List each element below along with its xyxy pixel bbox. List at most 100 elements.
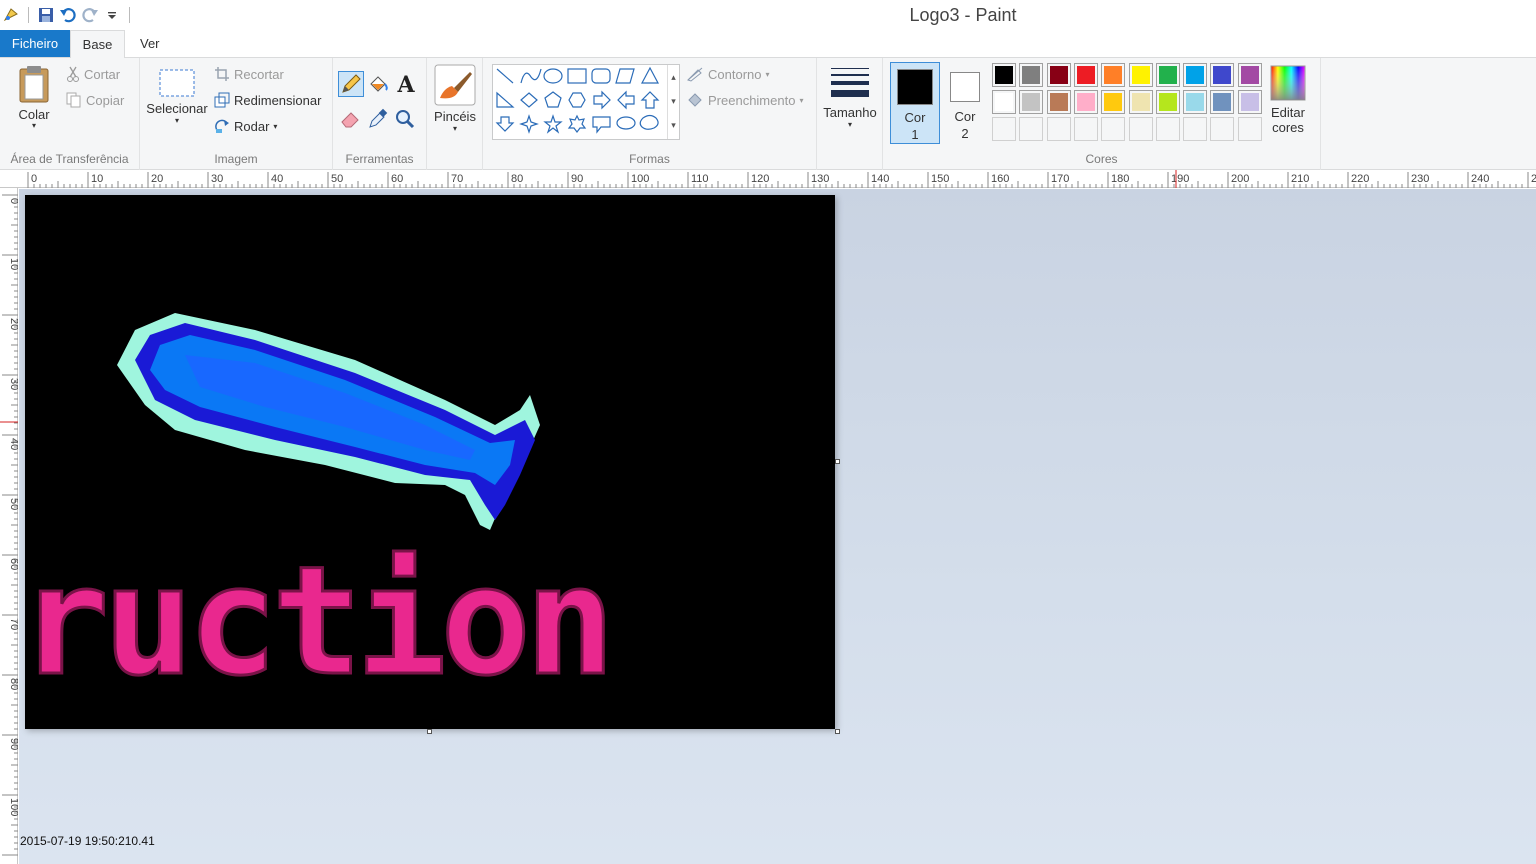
image-group: Selecionar ▾ Recortar Redimensionar Roda… xyxy=(140,58,333,170)
ruler-label: 70 xyxy=(451,173,463,185)
fill-tool[interactable] xyxy=(366,72,392,98)
outline-button[interactable]: Contorno ▾ xyxy=(686,66,770,82)
color1-label: Cor xyxy=(904,110,926,125)
ruler-label: 150 xyxy=(931,173,949,185)
ruler-label: 30 xyxy=(211,173,223,185)
scissors-icon xyxy=(67,66,79,82)
brush-icon xyxy=(434,64,476,106)
color1-button[interactable]: Cor 1 xyxy=(890,62,940,144)
palette-swatch[interactable] xyxy=(1101,90,1126,114)
palette-swatch[interactable] xyxy=(1210,63,1235,87)
eraser-tool[interactable] xyxy=(338,107,364,133)
color-picker-tool[interactable] xyxy=(366,107,392,133)
shapes-scroll[interactable]: ▴ ▾ ▾ xyxy=(667,65,679,139)
select-dropdown-icon[interactable]: ▾ xyxy=(146,116,208,126)
right-triangle-shape-icon xyxy=(496,91,515,108)
canvas-text: ruction xyxy=(25,535,609,709)
color1-swatch xyxy=(897,69,933,105)
palette-empty-swatch[interactable] xyxy=(1237,117,1262,141)
size-button[interactable]: Tamanho ▾ xyxy=(821,66,879,130)
palette-swatch[interactable] xyxy=(1019,63,1044,87)
vertical-ruler: 0 10 20 30 40 50 60 70 80 90 100 xyxy=(0,188,18,864)
palette-swatch-color xyxy=(1049,66,1068,84)
palette-swatch[interactable] xyxy=(1155,63,1180,87)
outline-dropdown-icon[interactable]: ▾ xyxy=(765,70,769,79)
palette-empty-swatch[interactable] xyxy=(1128,117,1153,141)
palette-swatch[interactable] xyxy=(1155,90,1180,114)
palette-swatch[interactable] xyxy=(992,63,1016,87)
copy-icon xyxy=(66,92,81,108)
palette-swatch[interactable] xyxy=(992,90,1016,114)
drawing-canvas[interactable]: ruction xyxy=(25,195,835,729)
ruler-label: 30 xyxy=(8,378,18,390)
rotate-label: Rodar xyxy=(234,118,270,134)
palette-empty-swatch[interactable] xyxy=(1210,117,1235,141)
palette-empty-swatch[interactable] xyxy=(1183,117,1208,141)
ribbon-tabs: Ficheiro Base Ver xyxy=(0,30,1536,59)
shapes-group-label: Formas xyxy=(629,152,670,166)
palette-swatch[interactable] xyxy=(1046,90,1071,114)
resize-handle-corner[interactable] xyxy=(835,729,840,734)
ruler-label: 20 xyxy=(151,173,163,185)
ruler-label: 25 xyxy=(1531,173,1536,185)
select-button[interactable]: Selecionar ▾ xyxy=(146,68,208,126)
rotate-dropdown-icon[interactable]: ▾ xyxy=(273,122,277,131)
palette-empty-swatch[interactable] xyxy=(1046,117,1071,141)
palette-swatch-color xyxy=(1240,66,1259,84)
brushes-dropdown-icon[interactable]: ▾ xyxy=(431,124,479,134)
paste-button[interactable]: Colar ▾ xyxy=(12,64,56,130)
palette-empty-swatch[interactable] xyxy=(992,117,1016,141)
color2-button[interactable]: Cor 2 xyxy=(942,62,988,144)
resize-handle-bottom[interactable] xyxy=(427,729,432,734)
palette-swatch[interactable] xyxy=(1237,90,1262,114)
paste-dropdown-icon[interactable]: ▾ xyxy=(12,122,56,130)
palette-swatch[interactable] xyxy=(1210,90,1235,114)
palette-swatch-color xyxy=(1186,66,1205,84)
shapes-gallery-icons[interactable] xyxy=(493,65,669,139)
palette-swatch[interactable] xyxy=(1128,90,1153,114)
brushes-group: Pincéis ▾ xyxy=(427,58,483,170)
ruler-label: 140 xyxy=(871,173,889,185)
palette-empty-swatch[interactable] xyxy=(1019,117,1044,141)
shapes-gallery: ▴ ▾ ▾ xyxy=(492,64,680,140)
magnifier-tool[interactable] xyxy=(393,107,419,133)
size-dropdown-icon[interactable]: ▾ xyxy=(821,120,879,130)
tab-file[interactable]: Ficheiro xyxy=(0,30,70,57)
palette-swatch[interactable] xyxy=(1183,90,1208,114)
palette-swatch[interactable] xyxy=(1237,63,1262,87)
horizontal-ruler-ticks: 0 10 20 30 40 50 60 70 80 90 100 110 120 130 140 150 160… xyxy=(27,170,1536,188)
tab-view[interactable]: Ver xyxy=(128,30,172,58)
vertical-ruler-ticks: 0 10 20 30 40 50 60 70 80 90 100 xyxy=(0,194,18,856)
copy-button[interactable]: Copiar xyxy=(66,92,124,108)
palette-swatch[interactable] xyxy=(1101,63,1126,87)
text-tool-icon[interactable]: A xyxy=(393,72,419,98)
brushes-button[interactable]: Pincéis ▾ xyxy=(431,64,479,134)
palette-empty-swatch[interactable] xyxy=(1101,117,1126,141)
palette-swatch[interactable] xyxy=(1128,63,1153,87)
palette-empty-swatch[interactable] xyxy=(1073,117,1098,141)
crop-button[interactable]: Recortar xyxy=(214,66,284,82)
fill-dropdown-icon[interactable]: ▾ xyxy=(799,96,803,105)
tab-home[interactable]: Base xyxy=(70,30,125,59)
tools-group-label: Ferramentas xyxy=(345,152,414,166)
palette-swatch[interactable] xyxy=(1183,63,1208,87)
canvas-artwork: ruction xyxy=(25,313,617,711)
palette-swatch[interactable] xyxy=(1019,90,1044,114)
window-title: Logo3 - Paint xyxy=(909,5,1017,25)
cut-label: Cortar xyxy=(84,66,121,82)
ruler-label: 240 xyxy=(1471,173,1489,185)
pencil-tool[interactable] xyxy=(338,71,364,97)
palette-empty-swatch[interactable] xyxy=(1155,117,1180,141)
palette-swatch[interactable] xyxy=(1073,63,1098,87)
edit-colors-button[interactable]: Editar cores xyxy=(1265,64,1311,135)
resize-handle-right[interactable] xyxy=(835,459,840,464)
pentagon-shape-icon xyxy=(544,91,562,108)
cut-button[interactable]: Cortar xyxy=(66,66,120,82)
palette-swatch[interactable] xyxy=(1073,90,1098,114)
ruler-label: 110 xyxy=(691,173,709,185)
fill-button[interactable]: Preenchimento ▾ xyxy=(686,92,803,108)
resize-button[interactable]: Redimensionar xyxy=(214,92,321,108)
color-palette xyxy=(992,63,1267,143)
palette-swatch[interactable] xyxy=(1046,63,1071,87)
rotate-button[interactable]: Rodar ▾ xyxy=(214,118,277,134)
